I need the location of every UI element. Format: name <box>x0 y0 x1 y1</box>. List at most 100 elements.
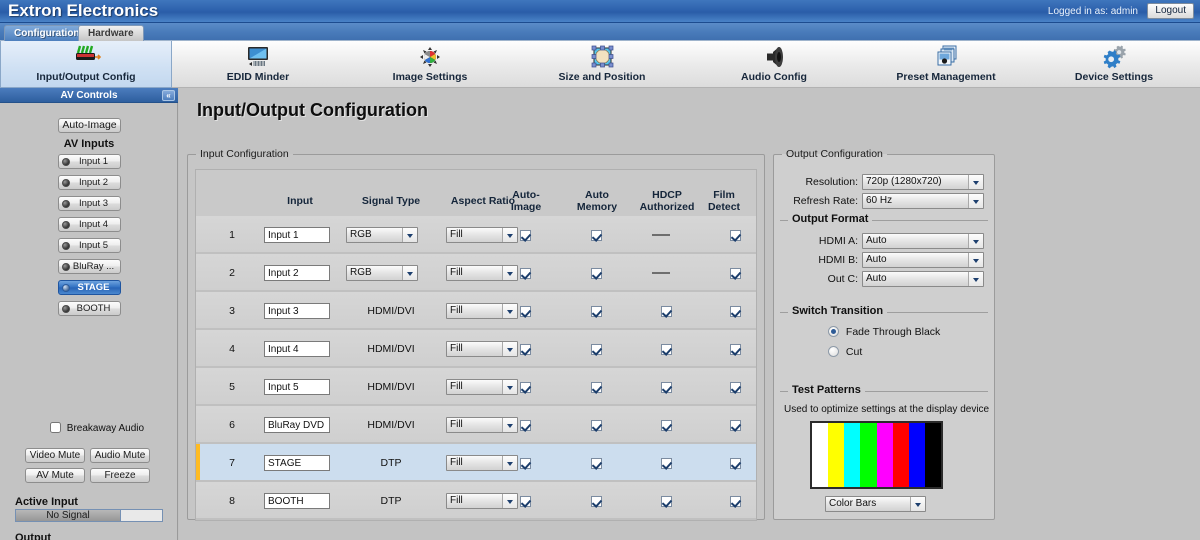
film-detect-checkbox[interactable] <box>730 344 741 355</box>
chevron-down-icon[interactable] <box>502 266 517 280</box>
signal-type-select[interactable]: RGB <box>346 265 418 281</box>
av-input-button-2[interactable]: Input 2 <box>58 175 121 190</box>
video-mute-button[interactable]: Video Mute <box>25 448 85 463</box>
nav-edid-minder[interactable]: EDID Minder <box>172 41 344 88</box>
table-row[interactable]: 3 HDMI/DVI Fill <box>196 292 756 330</box>
auto-image-checkbox[interactable] <box>520 230 531 241</box>
auto-image-checkbox[interactable] <box>520 382 531 393</box>
chevron-down-icon[interactable] <box>502 418 517 432</box>
av-input-button-booth[interactable]: BOOTH <box>58 301 121 316</box>
film-detect-checkbox[interactable] <box>730 420 741 431</box>
nav-input-output-config[interactable]: Input/Output Config <box>0 41 172 88</box>
input-name-field[interactable] <box>264 493 330 509</box>
breakaway-audio-row[interactable]: Breakaway Audio <box>50 422 144 434</box>
auto-memory-checkbox[interactable] <box>591 344 602 355</box>
input-name-field[interactable] <box>264 227 330 243</box>
chevron-down-icon[interactable] <box>402 266 417 280</box>
transition-option-cut[interactable]: Cut <box>828 346 862 358</box>
table-row[interactable]: 2 RGB Fill <box>196 254 756 292</box>
nav-preset-management[interactable]: Preset Management <box>860 41 1032 88</box>
sidebar-collapse-icon[interactable]: « <box>162 90 175 101</box>
hdcp-authorized-checkbox[interactable] <box>661 306 672 317</box>
nav-image-settings[interactable]: Image Settings <box>344 41 516 88</box>
table-row[interactable]: 8 DTP Fill <box>196 482 756 520</box>
chevron-down-icon[interactable] <box>502 494 517 508</box>
av-input-button-bluray[interactable]: BluRay ... <box>58 259 121 274</box>
chevron-down-icon[interactable] <box>968 194 983 208</box>
film-detect-checkbox[interactable] <box>730 458 741 469</box>
hdcp-authorized-checkbox[interactable] <box>661 382 672 393</box>
auto-memory-checkbox[interactable] <box>591 230 602 241</box>
aspect-ratio-select[interactable]: Fill <box>446 303 518 319</box>
auto-image-checkbox[interactable] <box>520 344 531 355</box>
table-row[interactable]: 4 HDMI/DVI Fill <box>196 330 756 368</box>
hdcp-authorized-checkbox[interactable] <box>661 496 672 507</box>
input-name-field[interactable] <box>264 379 330 395</box>
chevron-down-icon[interactable] <box>968 234 983 248</box>
tab-configuration[interactable]: Configuration <box>4 25 90 41</box>
hdcp-authorized-checkbox[interactable] <box>661 344 672 355</box>
hdmi-a-select[interactable]: Auto <box>862 233 984 249</box>
auto-image-checkbox[interactable] <box>520 458 531 469</box>
aspect-ratio-select[interactable]: Fill <box>446 493 518 509</box>
out-c-select[interactable]: Auto <box>862 271 984 287</box>
chevron-down-icon[interactable] <box>968 253 983 267</box>
input-name-field[interactable] <box>264 341 330 357</box>
tab-hardware[interactable]: Hardware <box>78 25 144 41</box>
input-name-field[interactable] <box>264 417 330 433</box>
auto-image-checkbox[interactable] <box>520 496 531 507</box>
chevron-down-icon[interactable] <box>968 175 983 189</box>
film-detect-checkbox[interactable] <box>730 496 741 507</box>
av-input-button-4[interactable]: Input 4 <box>58 217 121 232</box>
auto-memory-checkbox[interactable] <box>591 496 602 507</box>
chevron-down-icon[interactable] <box>502 380 517 394</box>
nav-device-settings[interactable]: Device Settings <box>1028 41 1200 88</box>
nav-size-and-position[interactable]: Size and Position <box>516 41 688 88</box>
table-row[interactable]: 6 HDMI/DVI Fill <box>196 406 756 444</box>
auto-image-checkbox[interactable] <box>520 306 531 317</box>
aspect-ratio-select[interactable]: Fill <box>446 417 518 433</box>
auto-memory-checkbox[interactable] <box>591 420 602 431</box>
auto-memory-checkbox[interactable] <box>591 458 602 469</box>
refresh-rate-select[interactable]: 60 Hz <box>862 193 984 209</box>
aspect-ratio-select[interactable]: Fill <box>446 265 518 281</box>
radio-button-icon[interactable] <box>828 326 839 337</box>
hdcp-authorized-checkbox[interactable] <box>661 458 672 469</box>
aspect-ratio-select[interactable]: Fill <box>446 341 518 357</box>
input-name-field[interactable] <box>264 455 330 471</box>
chevron-down-icon[interactable] <box>968 272 983 286</box>
chevron-down-icon[interactable] <box>910 497 925 511</box>
auto-memory-checkbox[interactable] <box>591 268 602 279</box>
chevron-down-icon[interactable] <box>502 228 517 242</box>
logout-button[interactable]: Logout <box>1147 3 1194 19</box>
freeze-button[interactable]: Freeze <box>90 468 150 483</box>
film-detect-checkbox[interactable] <box>730 268 741 279</box>
table-row[interactable]: 5 HDMI/DVI Fill <box>196 368 756 406</box>
av-input-button-5[interactable]: Input 5 <box>58 238 121 253</box>
aspect-ratio-select[interactable]: Fill <box>446 227 518 243</box>
table-row[interactable]: 7 DTP Fill <box>196 444 756 482</box>
av-input-button-1[interactable]: Input 1 <box>58 154 121 169</box>
auto-image-checkbox[interactable] <box>520 268 531 279</box>
hdcp-authorized-checkbox[interactable] <box>661 420 672 431</box>
chevron-down-icon[interactable] <box>502 304 517 318</box>
auto-image-checkbox[interactable] <box>520 420 531 431</box>
table-row[interactable]: 1 RGB Fill <box>196 216 756 254</box>
input-name-field[interactable] <box>264 303 330 319</box>
chevron-down-icon[interactable] <box>502 342 517 356</box>
film-detect-checkbox[interactable] <box>730 230 741 241</box>
auto-image-button[interactable]: Auto-Image <box>58 118 121 133</box>
transition-option-fade[interactable]: Fade Through Black <box>828 326 940 338</box>
film-detect-checkbox[interactable] <box>730 306 741 317</box>
resolution-select[interactable]: 720p (1280x720) <box>862 174 984 190</box>
nav-audio-config[interactable]: Audio Config <box>688 41 860 88</box>
auto-memory-checkbox[interactable] <box>591 382 602 393</box>
audio-mute-button[interactable]: Audio Mute <box>90 448 150 463</box>
hdmi-b-select[interactable]: Auto <box>862 252 984 268</box>
av-input-button-stage[interactable]: STAGE <box>58 280 121 295</box>
chevron-down-icon[interactable] <box>402 228 417 242</box>
av-mute-button[interactable]: AV Mute <box>25 468 85 483</box>
chevron-down-icon[interactable] <box>502 456 517 470</box>
input-name-field[interactable] <box>264 265 330 281</box>
auto-memory-checkbox[interactable] <box>591 306 602 317</box>
